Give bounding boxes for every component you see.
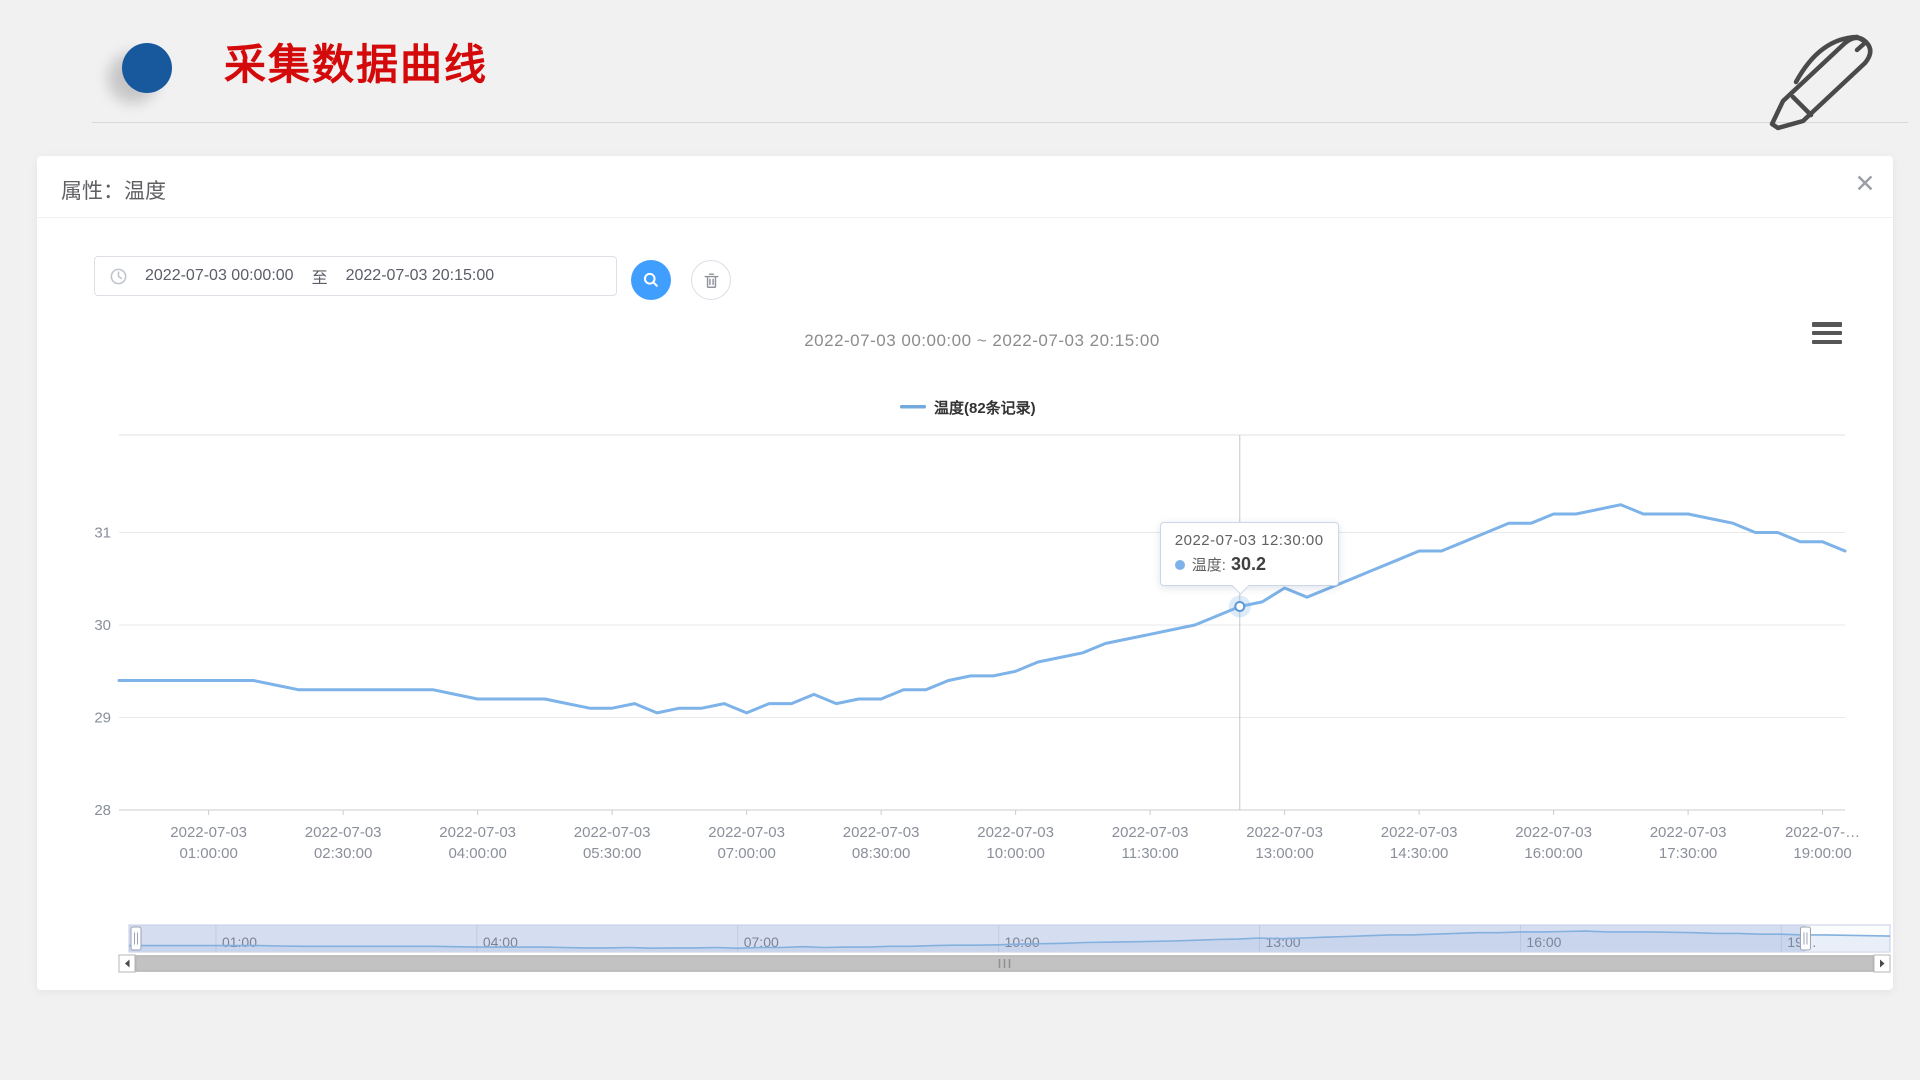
y-axis-label: 29 [94,710,111,727]
delete-button[interactable] [691,260,731,300]
series-dot-icon [1175,560,1185,570]
x-axis-label: 2022-07-0316:00:00 [1515,824,1592,862]
modal-header-divider [37,217,1893,218]
attribute-modal: 属性：温度 ✕ 2022-07-03 00:00:00 至 2022-07-03… [37,156,1893,990]
x-axis-label: 2022-07-0305:30:00 [574,824,651,862]
temperature-line-chart: 2022-07-03 00:00:00 ~ 2022-07-03 20:15:0… [37,300,1893,990]
tooltip-value: 30.2 [1231,554,1266,575]
chart-title: 2022-07-03 00:00:00 ~ 2022-07-03 20:15:0… [804,331,1160,350]
bullet-circle-badge [122,43,172,93]
range-start-value[interactable]: 2022-07-03 00:00:00 [145,267,294,285]
legend-line-marker [900,405,926,409]
x-axis-label: 2022-07-…19:00:00 [1785,824,1860,862]
clock-icon [109,267,128,286]
legend-label: 温度(82条记录) [934,399,1036,417]
scrollbar-right-arrow[interactable] [1874,955,1890,972]
handle-grip [1800,927,1810,950]
x-axis-label: 2022-07-0308:30:00 [843,824,920,862]
x-axis-label: 2022-07-0311:30:00 [1112,824,1189,862]
magnifier-icon [641,270,661,290]
datazoom-right-handle[interactable] [1800,927,1810,950]
y-axis-label: 28 [94,802,111,819]
modal-title: 属性：温度 [61,175,166,205]
chart-tooltip: 2022-07-03 12:30:00 温度: 30.2 [1160,522,1339,586]
page: { "slide": { "title": "采集数据曲线", "badge_c… [0,0,1920,1080]
handle-grip [131,927,141,950]
x-axis-label: 2022-07-0302:30:00 [305,824,382,862]
tooltip-series-label: 温度: [1192,554,1226,575]
x-axis-label: 2022-07-0301:00:00 [170,824,247,862]
x-axis-label: 2022-07-0310:00:00 [977,824,1054,862]
x-axis-label: 2022-07-0313:00:00 [1246,824,1323,862]
range-separator: 至 [312,264,328,288]
pen-icon [1762,22,1892,137]
search-button[interactable] [631,260,671,300]
slide-title: 采集数据曲线 [224,40,488,90]
x-axis-label: 2022-07-0314:30:00 [1381,824,1458,862]
hover-point-marker [1235,602,1244,611]
x-axis-label: 2022-07-0304:00:00 [439,824,516,862]
legend-item[interactable]: 温度(82条记录) [900,399,1036,417]
temperature-series-line [119,505,1845,713]
datazoom-left-handle[interactable] [131,927,141,950]
x-axis-label: 2022-07-0317:30:00 [1650,824,1727,862]
y-axis-label: 31 [94,525,111,542]
scrollbar-left-arrow[interactable] [119,955,135,972]
close-icon[interactable]: ✕ [1845,164,1885,204]
tooltip-time: 2022-07-03 12:30:00 [1175,532,1324,549]
date-range-input[interactable]: 2022-07-03 00:00:00 至 2022-07-03 20:15:0… [94,256,617,296]
trash-icon [702,271,721,290]
x-axis-label: 2022-07-0307:00:00 [708,824,785,862]
header-divider [92,122,1908,123]
y-axis-label: 30 [94,617,111,634]
range-end-value[interactable]: 2022-07-03 20:15:00 [346,267,495,285]
